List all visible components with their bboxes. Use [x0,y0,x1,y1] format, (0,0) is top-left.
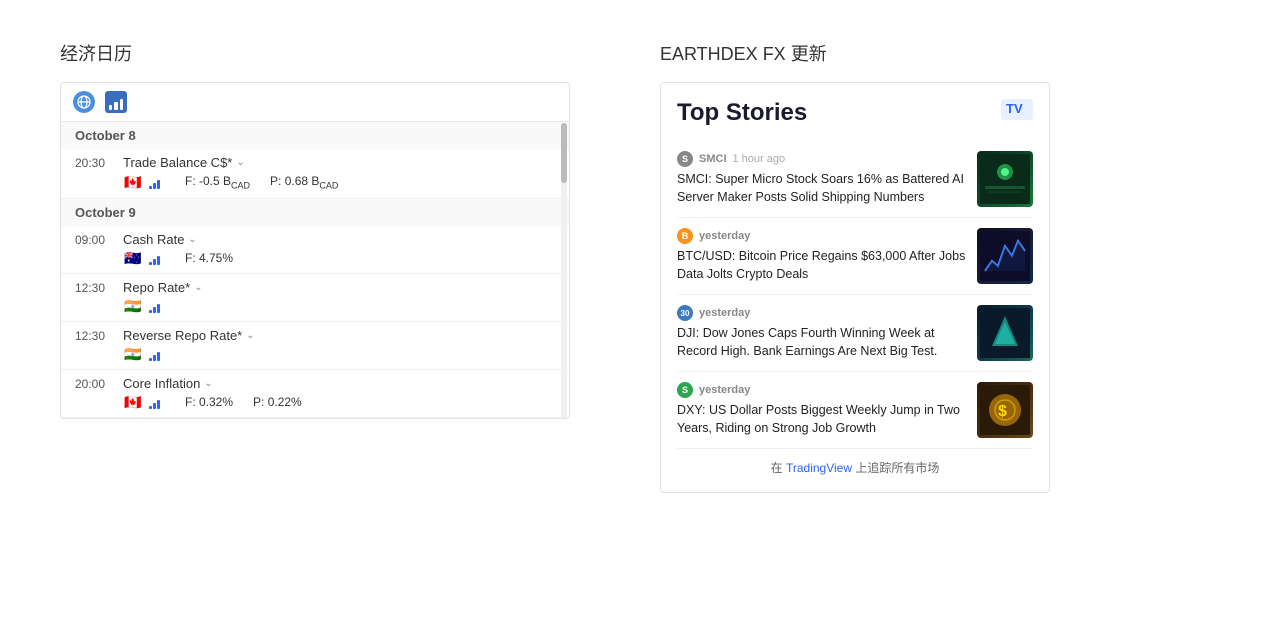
svg-text:TV: TV [1006,101,1023,115]
news-text-smci: S SMCI 1 hour ago SMCI: Super Micro Stoc… [677,151,967,206]
event-name-repo-rate: Repo Rate* ⌄ [123,280,203,295]
calendar-scroll[interactable]: October 8 20:30 Trade Balance C$* ⌄ 🇨🇦 [61,122,569,418]
event-trade-balance: 20:30 Trade Balance C$* ⌄ 🇨🇦 F: -0.5 BCA [61,149,569,199]
event-cash-rate: 09:00 Cash Rate ⌄ 🇦🇺 F: 4.75% [61,226,569,274]
bar-chart-icon[interactable] [105,91,127,113]
event-name-trade-balance: Trade Balance C$* ⌄ [123,155,245,170]
event-values-core-inflation: F: 0.32% P: 0.22% [185,395,302,409]
chevron-icon: ⌄ [204,378,212,389]
scrollbar-track[interactable] [561,123,567,419]
source-icon-dxy: S [677,382,693,398]
date-header-oct8: October 8 [61,122,569,149]
source-icon-btc: B [677,228,693,244]
news-headline-btc: BTC/USD: Bitcoin Price Regains $63,000 A… [677,248,967,283]
strength-icon-repo-rate [149,299,167,313]
news-source-row-btc: B yesterday [677,228,967,244]
news-thumb-dxy: $ [977,382,1033,438]
chevron-icon: ⌄ [246,330,254,341]
event-flags-trade-balance: 🇨🇦 F: -0.5 BCAD P: 0.68 BCAD [75,170,555,194]
right-section: EARTHDEX FX 更新 Top Stories TV S SMCI 1 h… [660,40,1207,493]
chevron-icon: ⌄ [236,157,244,168]
flag-india: 🇮🇳 [123,299,143,313]
news-text-btc: B yesterday BTC/USD: Bitcoin Price Regai… [677,228,967,283]
news-headline-smci: SMCI: Super Micro Stock Soars 16% as Bat… [677,171,967,206]
event-flags-reverse-repo: 🇮🇳 [75,343,555,365]
tv-logo: TV [1001,99,1033,120]
event-core-inflation: 20:00 Core Inflation ⌄ 🇨🇦 F: 0.32% [61,370,569,418]
event-repo-rate: 12:30 Repo Rate* ⌄ 🇮🇳 [61,274,569,322]
left-section: 经济日历 October 8 2 [60,40,580,419]
tradingview-link[interactable]: TradingView [786,461,852,475]
tradingview-link-row: 在 TradingView 上追踪所有市场 [677,449,1033,476]
flag-canada-2: 🇨🇦 [123,395,143,409]
news-thumb-btc [977,228,1033,284]
event-values-trade-balance: F: -0.5 BCAD P: 0.68 BCAD [185,174,338,190]
event-flags-core-inflation: 🇨🇦 F: 0.32% P: 0.22% [75,391,555,413]
scrollbar-thumb[interactable] [561,123,567,183]
strength-icon-core-inflation [149,395,167,409]
source-name-btc: yesterday [699,230,750,242]
news-item-dji[interactable]: 30 yesterday DJI: Dow Jones Caps Fourth … [677,295,1033,372]
event-time-core-inflation: 20:00 [75,377,115,391]
event-flags-repo-rate: 🇮🇳 [75,295,555,317]
forecast-value: F: -0.5 BCAD [185,174,250,190]
event-time-trade-balance: 20:30 [75,156,115,170]
news-header: Top Stories TV [677,99,1033,127]
forecast-cash-rate: F: 4.75% [185,251,233,265]
event-name-cash-rate: Cash Rate ⌄ [123,232,197,247]
news-thumb-smci [977,151,1033,207]
chevron-icon: ⌄ [188,234,196,245]
left-title: 经济日历 [60,40,580,66]
news-widget[interactable]: Top Stories TV S SMCI 1 hour ago SMCI: S… [660,82,1050,493]
news-item-btc[interactable]: B yesterday BTC/USD: Bitcoin Price Regai… [677,218,1033,295]
calendar-widget: October 8 20:30 Trade Balance C$* ⌄ 🇨🇦 [60,82,570,419]
date-header-oct9: October 9 [61,199,569,226]
event-reverse-repo-rate: 12:30 Reverse Repo Rate* ⌄ 🇮🇳 [61,322,569,370]
source-time-smci: 1 hour ago [733,153,786,165]
news-headline-dji: DJI: Dow Jones Caps Fourth Winning Week … [677,325,967,360]
previous-core-inflation: P: 0.22% [253,395,302,409]
news-thumb-dji [977,305,1033,361]
source-icon-smci: S [677,151,693,167]
globe-icon[interactable] [73,91,95,113]
event-name-reverse-repo: Reverse Repo Rate* ⌄ [123,328,255,343]
news-item-dxy[interactable]: S yesterday DXY: US Dollar Posts Biggest… [677,372,1033,449]
chevron-icon: ⌄ [194,282,202,293]
calendar-toolbar [61,83,569,122]
news-item-smci[interactable]: S SMCI 1 hour ago SMCI: Super Micro Stoc… [677,141,1033,218]
event-values-cash-rate: F: 4.75% [185,251,233,265]
flag-australia: 🇦🇺 [123,251,143,265]
news-text-dxy: S yesterday DXY: US Dollar Posts Biggest… [677,382,967,437]
event-time-reverse-repo: 12:30 [75,329,115,343]
source-name-dji: yesterday [699,307,750,319]
top-stories-label: Top Stories [677,99,807,127]
strength-icon [149,175,167,189]
event-time-cash-rate: 09:00 [75,233,115,247]
flag-india-2: 🇮🇳 [123,347,143,361]
source-name-dxy: yesterday [699,384,750,396]
source-icon-dji: 30 [677,305,693,321]
event-time-repo-rate: 12:30 [75,281,115,295]
news-source-row-smci: S SMCI 1 hour ago [677,151,967,167]
news-source-row-dxy: S yesterday [677,382,967,398]
strength-icon-cash-rate [149,251,167,265]
strength-icon-reverse-repo [149,347,167,361]
event-name-core-inflation: Core Inflation ⌄ [123,376,213,391]
news-text-dji: 30 yesterday DJI: Dow Jones Caps Fourth … [677,305,967,360]
news-source-row-dji: 30 yesterday [677,305,967,321]
right-title: EARTHDEX FX 更新 [660,40,1207,66]
previous-value: P: 0.68 BCAD [270,174,338,190]
flag-canada: 🇨🇦 [123,175,143,189]
source-name-smci: SMCI [699,153,727,165]
news-headline-dxy: DXY: US Dollar Posts Biggest Weekly Jump… [677,402,967,437]
event-flags-cash-rate: 🇦🇺 F: 4.75% [75,247,555,269]
forecast-core-inflation: F: 0.32% [185,395,233,409]
